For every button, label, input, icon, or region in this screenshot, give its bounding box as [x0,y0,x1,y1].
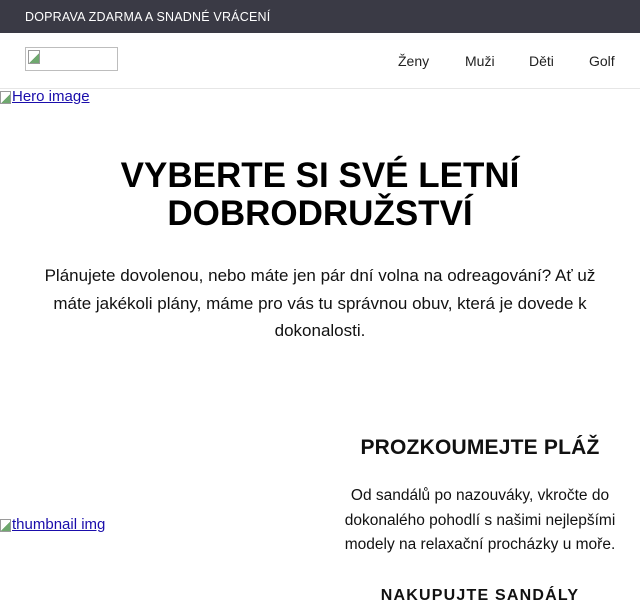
section-title: PROZKOUMEJTE PLÁŽ [360,436,600,459]
hero-image-link[interactable]: Hero image [12,89,90,105]
hero-title: VYBERTE SI SVÉ LETNÍ DOBRODRUŽSTVÍ [0,157,640,233]
promo-bar: DOPRAVA ZDARMA A SNADNÉ VRÁCENÍ [0,0,640,33]
site-header: Ženy Muži Děti Golf [0,33,640,89]
nav-item-zeny[interactable]: Ženy [398,53,429,69]
hero-title-line-1: VYBERTE SI SVÉ LETNÍ [120,156,520,195]
broken-image-icon [28,50,40,64]
thumbnail-image-link[interactable]: thumbnail img [12,517,105,533]
section-description: Od sandálů po nazouváky, vkročte do doko… [344,487,616,553]
broken-image-icon [0,90,11,104]
logo-link[interactable] [25,47,118,71]
hero-description: Plánujete dovolenou, nebo máte jen pár d… [44,266,596,340]
nav-item-deti[interactable]: Děti [529,53,554,69]
nav-item-muzi[interactable]: Muži [465,53,495,69]
hero-title-line-2: DOBRODRUŽSTVÍ [167,194,473,233]
hero-image: Hero image [0,89,90,105]
nav-item-golf[interactable]: Golf [589,53,615,69]
broken-image-icon [0,518,11,532]
promo-text: DOPRAVA ZDARMA A SNADNÉ VRÁCENÍ [25,9,271,24]
thumbnail-image: thumbnail img [0,517,105,533]
shop-sandals-link[interactable]: NAKUPUJTE SANDÁLY [320,586,640,606]
